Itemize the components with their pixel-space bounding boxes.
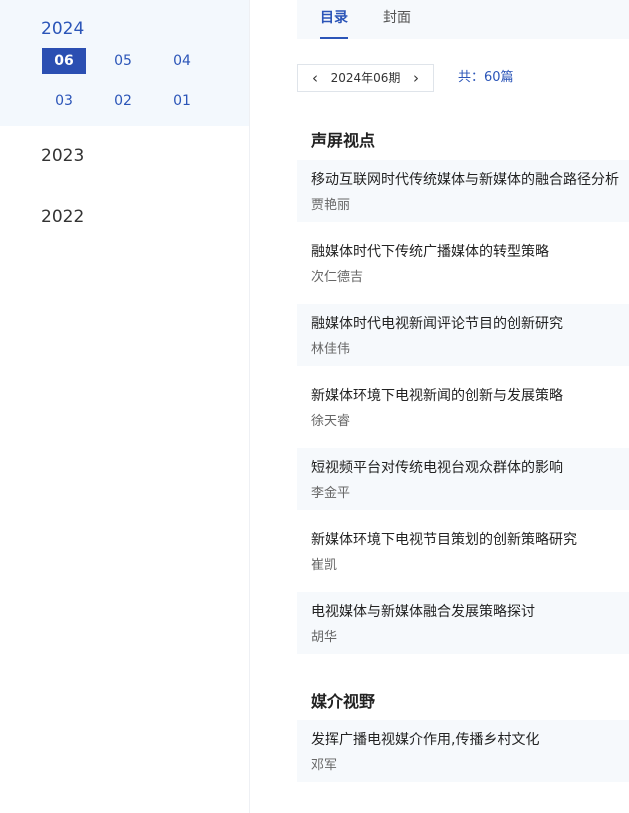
year-item-2023[interactable]: 2023 [41, 126, 249, 187]
chevron-right-icon[interactable]: › [405, 65, 427, 91]
article-title[interactable]: 融媒体时代电视新闻评论节目的创新研究 [311, 314, 629, 334]
article-item[interactable]: 短视频平台对传统电视台观众群体的影响 李金平 [297, 448, 629, 510]
section-title: 媒介视野 [311, 692, 376, 711]
section-title: 声屏视点 [311, 131, 376, 150]
article-author: 胡华 [311, 630, 338, 645]
month-grid: 06 05 04 03 02 01 [42, 48, 249, 114]
article-item[interactable]: 融媒体时代下传统广播媒体的转型策略 次仁德吉 [297, 232, 629, 294]
article-item[interactable]: 发挥广播电视媒介作用,传播乡村文化 邓军 [297, 720, 629, 782]
article-title[interactable]: 发挥广播电视媒介作用,传播乡村文化 [311, 730, 629, 750]
month-button-01[interactable]: 01 [160, 88, 204, 114]
article-author: 次仁德吉 [311, 270, 364, 285]
article-title[interactable]: 融媒体时代下传统广播媒体的转型策略 [311, 242, 629, 262]
article-author: 林佳伟 [311, 342, 351, 357]
article-title[interactable]: 短视频平台对传统电视台观众群体的影响 [311, 458, 629, 478]
article-item[interactable]: 新媒体环境下电视节目策划的创新策略研究 崔凯 [297, 520, 629, 582]
year-list: 2023 2022 [0, 126, 249, 248]
year-item-2022[interactable]: 2022 [41, 187, 249, 248]
article-item[interactable]: 电视媒体与新媒体融合发展策略探讨 胡华 [297, 592, 629, 654]
article-title[interactable]: 新媒体环境下电视节目策划的创新策略研究 [311, 530, 629, 550]
tab-toc[interactable]: 目录 [320, 0, 348, 39]
article-item[interactable]: 移动互联网时代传统媒体与新媒体的融合路径分析 贾艳丽 [297, 160, 629, 222]
chevron-left-icon[interactable]: ‹ [304, 65, 326, 91]
main-content: 目录 封面 ‹ 2024年06期 › 共：60篇 声屏视点 移动互联网时代传统媒… [250, 0, 629, 813]
issue-label[interactable]: 2024年06期 [328, 65, 403, 91]
year-2024-block: 2024 06 05 04 03 02 01 [0, 0, 249, 126]
article-title[interactable]: 移动互联网时代传统媒体与新媒体的融合路径分析 [311, 170, 629, 190]
tab-cover[interactable]: 封面 [383, 0, 411, 39]
article-author: 徐天睿 [311, 414, 351, 429]
issue-selector: ‹ 2024年06期 › [297, 64, 434, 92]
article-author: 崔凯 [311, 558, 338, 573]
article-author: 李金平 [311, 486, 351, 501]
year-sidebar: 2024 06 05 04 03 02 01 2023 2022 [0, 0, 250, 813]
article-item[interactable]: 融媒体时代电视新闻评论节目的创新研究 林佳伟 [297, 304, 629, 366]
article-author: 贾艳丽 [311, 198, 351, 213]
article-title[interactable]: 电视媒体与新媒体融合发展策略探讨 [311, 602, 629, 622]
month-button-06[interactable]: 06 [42, 48, 86, 74]
article-author: 邓军 [311, 758, 338, 773]
tab-bar: 目录 封面 [297, 0, 629, 39]
article-title[interactable]: 新媒体环境下电视新闻的创新与发展策略 [311, 386, 629, 406]
month-button-04[interactable]: 04 [160, 48, 204, 74]
article-item[interactable]: 新媒体环境下电视新闻的创新与发展策略 徐天睿 [297, 376, 629, 438]
article-count: 共：60篇 [458, 70, 514, 85]
month-button-02[interactable]: 02 [101, 88, 145, 114]
month-button-05[interactable]: 05 [101, 48, 145, 74]
year-active-label[interactable]: 2024 [41, 18, 249, 40]
month-button-03[interactable]: 03 [42, 88, 86, 114]
